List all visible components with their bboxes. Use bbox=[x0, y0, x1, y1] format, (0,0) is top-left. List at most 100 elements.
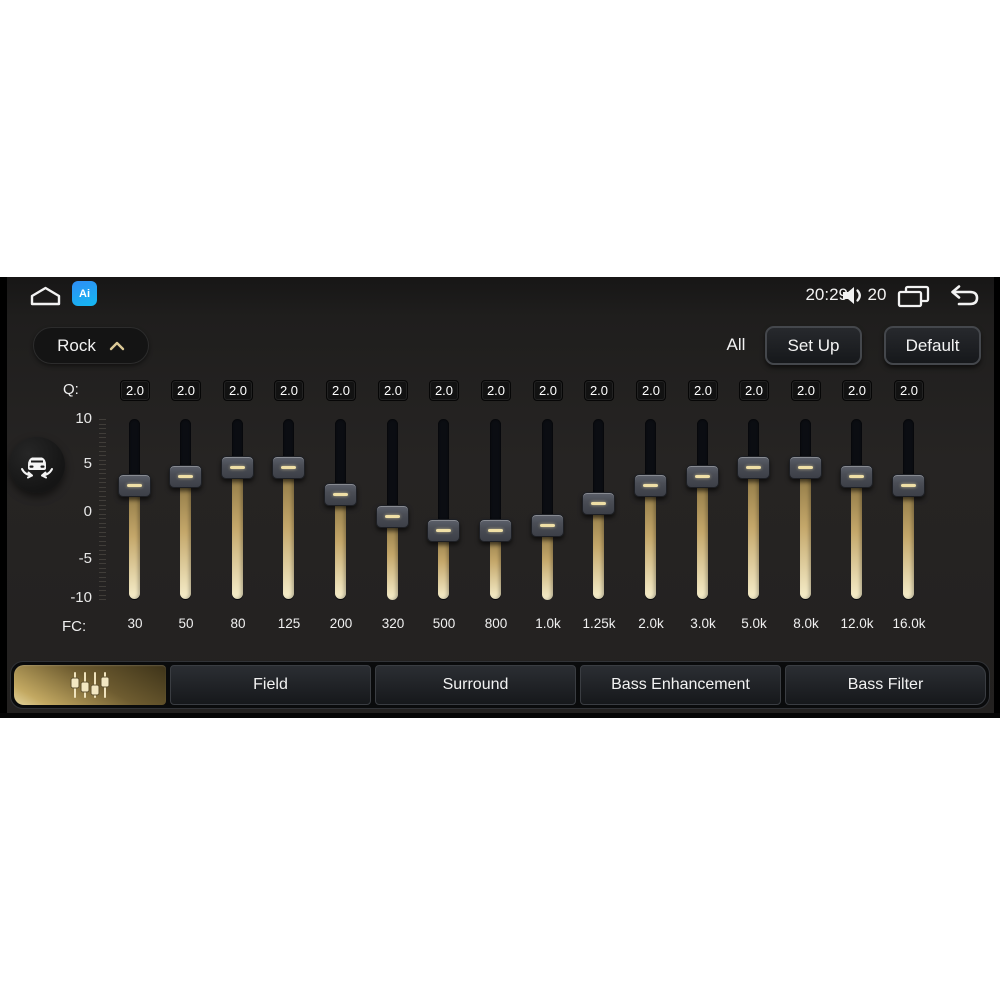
slider-fill bbox=[542, 526, 553, 600]
thumb-grip-line bbox=[488, 529, 503, 532]
tab-equalizer[interactable] bbox=[14, 665, 166, 705]
axis-tick bbox=[99, 599, 106, 600]
thumb-grip-line bbox=[643, 484, 658, 487]
q-value-chip[interactable]: 2.0 bbox=[223, 380, 253, 401]
axis-tick bbox=[99, 473, 106, 474]
slider-fill bbox=[180, 476, 191, 599]
axis-tick bbox=[99, 495, 106, 497]
tab-field[interactable]: Field bbox=[170, 665, 371, 705]
axis-tick bbox=[99, 540, 106, 542]
home-icon bbox=[28, 284, 63, 307]
slider-thumb[interactable] bbox=[427, 519, 460, 542]
slider-thumb[interactable] bbox=[634, 474, 667, 497]
slider-thumb[interactable] bbox=[479, 519, 512, 542]
axis-tick bbox=[99, 500, 106, 501]
axis-tick bbox=[99, 446, 106, 447]
eq-band-500: 2.0 500 bbox=[418, 380, 470, 640]
q-value-chip[interactable]: 2.0 bbox=[481, 380, 511, 401]
thumb-grip-line bbox=[798, 466, 813, 469]
slider-thumb[interactable] bbox=[892, 474, 925, 497]
volume-icon[interactable] bbox=[841, 284, 866, 307]
axis-tick bbox=[99, 428, 106, 429]
axis-tick bbox=[99, 504, 106, 506]
recent-apps-icon[interactable] bbox=[896, 284, 931, 308]
q-value-chip[interactable]: 2.0 bbox=[739, 380, 769, 401]
axis-tick bbox=[99, 450, 106, 452]
q-value-chip[interactable]: 2.0 bbox=[636, 380, 666, 401]
slider-fill bbox=[851, 476, 862, 599]
thumb-grip-line bbox=[436, 529, 451, 532]
slider-thumb[interactable] bbox=[840, 465, 873, 488]
volume-level: 20 bbox=[867, 285, 887, 304]
axis-tick bbox=[99, 464, 106, 465]
q-value-chip[interactable]: 2.0 bbox=[894, 380, 924, 401]
q-value-chip[interactable]: 2.0 bbox=[688, 380, 718, 401]
set-up-button[interactable]: Set Up bbox=[765, 326, 862, 365]
back-icon[interactable] bbox=[944, 283, 982, 309]
axis-tick bbox=[99, 549, 106, 551]
slider-thumb[interactable] bbox=[582, 492, 615, 515]
eq-band-320: 2.0 320 bbox=[367, 380, 419, 640]
axis-tick bbox=[99, 468, 106, 470]
preset-dropdown[interactable]: Rock bbox=[33, 327, 149, 364]
q-value-chip[interactable]: 2.0 bbox=[171, 380, 201, 401]
eq-band-50: 2.0 50 bbox=[160, 380, 212, 640]
freq-label: 16.0k bbox=[892, 616, 926, 631]
eq-band-12.0k: 2.0 12.0k bbox=[831, 380, 883, 640]
bezel bbox=[0, 277, 7, 718]
tab-surround[interactable]: Surround bbox=[375, 665, 576, 705]
q-value-chip[interactable]: 2.0 bbox=[429, 380, 459, 401]
axis-tick bbox=[99, 581, 106, 582]
preset-name: Rock bbox=[57, 335, 96, 355]
axis-tick bbox=[99, 527, 106, 528]
q-value-chip[interactable]: 2.0 bbox=[791, 380, 821, 401]
eq-band-3.0k: 2.0 3.0k bbox=[677, 380, 729, 640]
bezel bbox=[0, 713, 1000, 718]
eq-band-800: 2.0 800 bbox=[470, 380, 522, 640]
tab-bass-filter[interactable]: Bass Filter bbox=[785, 665, 986, 705]
eq-band-125: 2.0 125 bbox=[263, 380, 315, 640]
slider-thumb[interactable] bbox=[789, 456, 822, 479]
axis-tick bbox=[99, 576, 106, 578]
slider-fill bbox=[232, 467, 243, 599]
axis-tick bbox=[99, 590, 106, 591]
slider-thumb[interactable] bbox=[221, 456, 254, 479]
thumb-grip-line bbox=[281, 466, 296, 469]
axis-tick bbox=[99, 531, 106, 533]
q-value-chip[interactable]: 2.0 bbox=[120, 380, 150, 401]
axis-tick bbox=[99, 572, 106, 573]
eq-band-1.0k: 2.0 1.0k bbox=[522, 380, 574, 640]
car-360-button[interactable] bbox=[9, 437, 65, 493]
slider-thumb[interactable] bbox=[686, 465, 719, 488]
tab-bass-enhancement[interactable]: Bass Enhancement bbox=[580, 665, 781, 705]
slider-thumb[interactable] bbox=[118, 474, 151, 497]
axis-tick bbox=[99, 509, 106, 510]
q-value-chip[interactable]: 2.0 bbox=[326, 380, 356, 401]
ai-app-icon[interactable]: Ai bbox=[72, 281, 97, 306]
slider-thumb[interactable] bbox=[324, 483, 357, 506]
eq-band-8.0k: 2.0 8.0k bbox=[780, 380, 832, 640]
status-time: 20:29 bbox=[805, 285, 848, 304]
q-value-chip[interactable]: 2.0 bbox=[842, 380, 872, 401]
slider-thumb[interactable] bbox=[531, 514, 564, 537]
q-value-chip[interactable]: 2.0 bbox=[533, 380, 563, 401]
default-button[interactable]: Default bbox=[884, 326, 981, 365]
axis-tick bbox=[99, 554, 106, 555]
slider-thumb[interactable] bbox=[169, 465, 202, 488]
q-value-chip[interactable]: 2.0 bbox=[274, 380, 304, 401]
thumb-grip-line bbox=[695, 475, 710, 478]
eq-band-1.25k: 2.0 1.25k bbox=[573, 380, 625, 640]
axis-tick bbox=[99, 459, 106, 461]
slider-thumb[interactable] bbox=[376, 505, 409, 528]
q-value-chip[interactable]: 2.0 bbox=[584, 380, 614, 401]
fc-caption: FC: bbox=[62, 618, 87, 635]
thumb-grip-line bbox=[333, 493, 348, 496]
q-value-chip[interactable]: 2.0 bbox=[378, 380, 408, 401]
slider-thumb[interactable] bbox=[272, 456, 305, 479]
axis-tick bbox=[99, 482, 106, 483]
slider-thumb[interactable] bbox=[737, 456, 770, 479]
home-button[interactable] bbox=[28, 284, 63, 307]
thumb-grip-line bbox=[901, 484, 916, 487]
eq-band-2.0k: 2.0 2.0k bbox=[625, 380, 677, 640]
all-toggle[interactable]: All bbox=[716, 335, 756, 355]
